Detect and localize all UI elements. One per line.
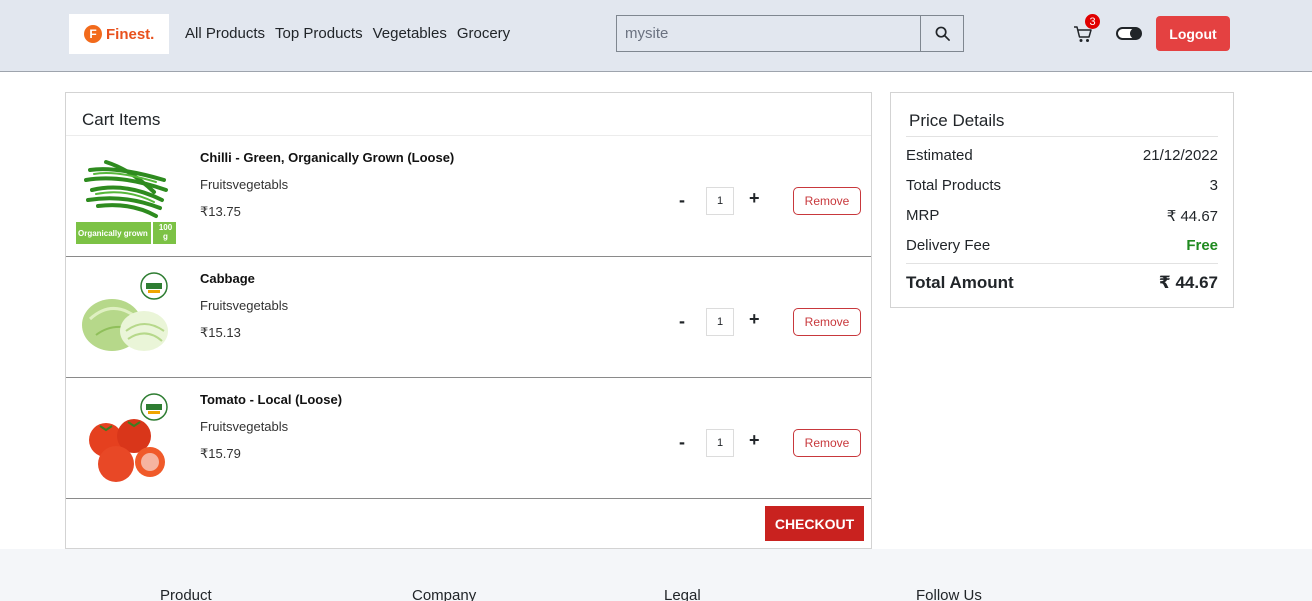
product-category: Fruitsvegetabls	[200, 298, 289, 313]
tomato-product-image	[89, 393, 168, 482]
toggle-knob	[1130, 28, 1141, 39]
weight-badge: 100 g	[158, 223, 173, 241]
total-amount-value: ₹ 44.67	[1158, 273, 1218, 292]
price-value: 21/12/2022	[1142, 147, 1218, 164]
cart-count-badge: 3	[1085, 14, 1100, 29]
remove-button[interactable]: Remove	[793, 429, 861, 457]
cabbage-product-image	[82, 272, 168, 351]
delivery-fee-value: Free	[1186, 237, 1218, 254]
product-name[interactable]: Cabbage	[200, 271, 255, 286]
quantity-value: 1	[706, 187, 734, 215]
quantity-decrease-button[interactable]: -	[679, 433, 685, 451]
logout-button[interactable]: Logout	[1156, 16, 1230, 51]
quantity-value: 1	[706, 429, 734, 457]
search-icon	[935, 26, 950, 41]
price-row-estimated: Estimated 21/12/2022	[906, 147, 1218, 164]
product-price: ₹13.75	[200, 204, 241, 219]
price-row-total-amount: Total Amount ₹ 44.67	[906, 273, 1218, 293]
quantity-decrease-button[interactable]: -	[679, 312, 685, 330]
price-label: Total Products	[906, 177, 1002, 194]
nav-links: All Products Top Products Vegetables Gro…	[185, 25, 510, 42]
product-category: Fruitsvegetabls	[200, 419, 289, 434]
divider	[906, 136, 1218, 137]
price-label: MRP	[906, 207, 940, 224]
price-label: Estimated	[906, 147, 973, 164]
product-price: ₹15.13	[200, 325, 241, 340]
price-details-title: Price Details	[909, 111, 1005, 130]
search-input[interactable]	[616, 15, 920, 52]
price-row-total-products: Total Products 3	[906, 177, 1218, 194]
footer-heading-legal: Legal	[664, 587, 701, 601]
product-category: Fruitsvegetabls	[200, 177, 289, 192]
price-details-card: Price Details Estimated 21/12/2022 Total…	[890, 92, 1234, 308]
organically-grown-badge: Organically grown	[78, 229, 148, 238]
logo-icon: F	[84, 25, 102, 43]
cart-row: Tomato - Local (Loose) Fruitsvegetabls ₹…	[66, 378, 871, 499]
navbar: F Finest. All Products Top Products Vege…	[0, 0, 1312, 72]
divider	[906, 263, 1218, 264]
price-label: Delivery Fee	[906, 237, 991, 254]
cart-items-card: Cart Items Organically grown 100 g Chill…	[65, 92, 872, 549]
footer-heading-company: Company	[412, 587, 477, 601]
nav-all-products[interactable]: All Products	[185, 25, 265, 42]
theme-toggle[interactable]	[1116, 27, 1142, 40]
remove-button[interactable]: Remove	[793, 308, 861, 336]
price-value: ₹ 44.67	[1166, 208, 1218, 225]
total-amount-label: Total Amount	[906, 273, 1014, 292]
nav-vegetables[interactable]: Vegetables	[373, 25, 447, 42]
nav-grocery[interactable]: Grocery	[457, 25, 510, 42]
footer-heading-follow-us: Follow Us	[916, 587, 982, 601]
logo-text: Finest.	[106, 25, 155, 43]
remove-button[interactable]: Remove	[793, 187, 861, 215]
brand-logo[interactable]: F Finest.	[69, 14, 169, 54]
search-bar	[616, 15, 964, 52]
quantity-decrease-button[interactable]: -	[679, 191, 685, 209]
cart-row: Cabbage Fruitsvegetabls ₹15.13 - 1 + Rem…	[66, 257, 871, 378]
nav-top-products[interactable]: Top Products	[275, 25, 363, 42]
price-value: 3	[1209, 177, 1218, 194]
quantity-increase-button[interactable]: +	[749, 189, 760, 207]
footer: Product Company Legal Follow Us	[0, 549, 1312, 601]
price-row-mrp: MRP ₹ 44.67	[906, 207, 1218, 225]
quantity-value: 1	[706, 308, 734, 336]
quantity-increase-button[interactable]: +	[749, 431, 760, 449]
product-name[interactable]: Chilli - Green, Organically Grown (Loose…	[200, 150, 454, 165]
quantity-increase-button[interactable]: +	[749, 310, 760, 328]
checkout-button[interactable]: CHECKOUT	[765, 506, 864, 541]
cart-title: Cart Items	[82, 110, 161, 129]
price-row-delivery-fee: Delivery Fee Free	[906, 237, 1218, 254]
footer-heading-product: Product	[160, 587, 212, 601]
product-price: ₹15.79	[200, 446, 241, 461]
product-name[interactable]: Tomato - Local (Loose)	[200, 392, 342, 407]
cart-row: Organically grown 100 g Chilli - Green, …	[66, 136, 871, 257]
search-button[interactable]	[920, 15, 964, 52]
